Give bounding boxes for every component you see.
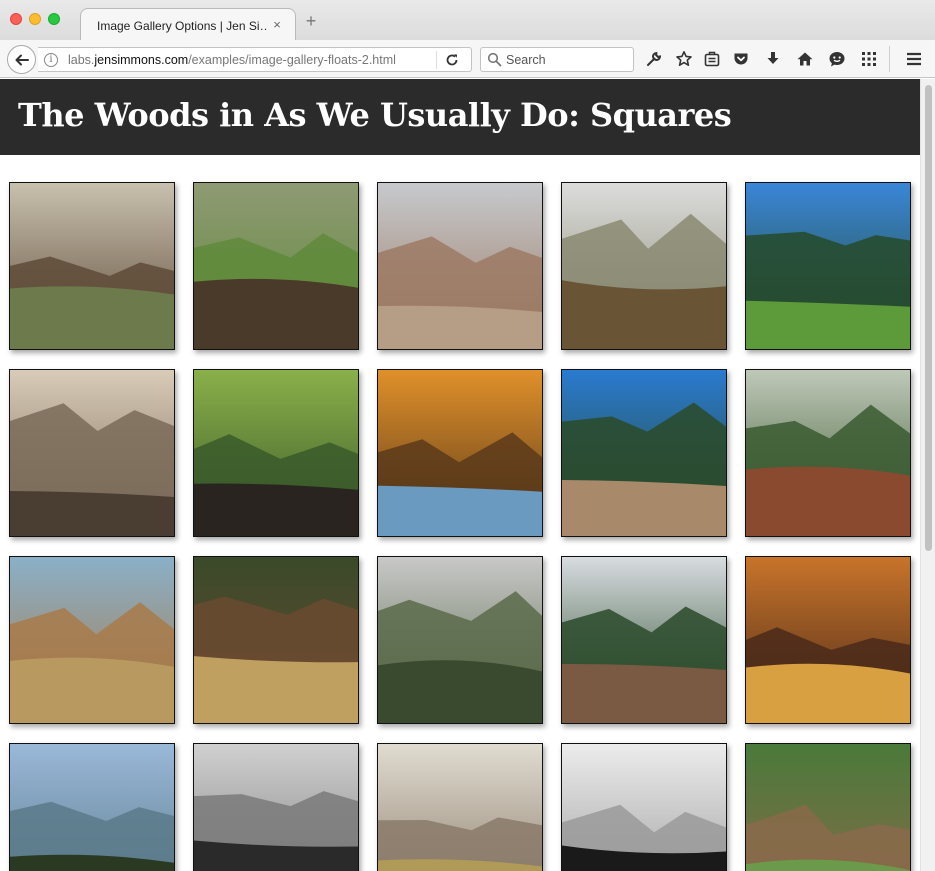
menu-icon[interactable] <box>905 50 923 68</box>
photo-forest-meadow-blue-sky <box>746 183 910 349</box>
window-minimize-button[interactable] <box>29 13 41 25</box>
tab-close-icon[interactable]: × <box>269 17 285 33</box>
gallery-image-trail-signpost-meadow[interactable] <box>193 182 359 350</box>
window-titlebar: Image Gallery Options | Jen Si… × + <box>0 0 935 41</box>
reload-icon[interactable] <box>444 52 460 68</box>
photo-wooden-trough-meadow <box>746 744 910 871</box>
search-box[interactable] <box>480 47 634 72</box>
photo-bw-hiker-lake-view <box>194 744 358 871</box>
back-button[interactable] <box>7 45 36 74</box>
gallery-image-wooden-trough-meadow[interactable] <box>745 743 911 871</box>
search-icon <box>487 52 502 67</box>
page-title: The Woods in As We Usually Do: Squares <box>18 96 732 134</box>
active-tab[interactable]: Image Gallery Options | Jen Si… × <box>80 8 296 41</box>
gallery-image-vintage-cabin-horse-cart[interactable] <box>9 369 175 537</box>
gallery-image-tree-trunk-mushrooms[interactable] <box>193 369 359 537</box>
gallery-image-lake-stone-ruins[interactable] <box>561 556 727 724</box>
url-bar[interactable]: i labs.jensimmons.com/examples/image-gal… <box>38 47 472 72</box>
gallery-image-hiker-on-hillside-trail[interactable] <box>561 182 727 350</box>
photo-log-cabin-in-pines <box>194 557 358 723</box>
home-icon[interactable] <box>796 50 814 68</box>
new-tab-button[interactable]: + <box>302 12 320 30</box>
gallery-image-bw-hiker-lake-view[interactable] <box>193 743 359 871</box>
tab-title: Image Gallery Options | Jen Si… <box>97 19 267 33</box>
photo-vintage-cabin-horse-cart <box>10 370 174 536</box>
search-input[interactable] <box>506 52 626 68</box>
gallery-image-forested-mountain-valley[interactable] <box>561 369 727 537</box>
window-maximize-button[interactable] <box>48 13 60 25</box>
photo-aspen-forest-path <box>746 370 910 536</box>
window-close-button[interactable] <box>10 13 22 25</box>
photo-lake-stone-ruins <box>562 557 726 723</box>
photo-hiker-on-hillside-trail <box>562 183 726 349</box>
toolbar-divider <box>889 46 890 72</box>
photo-foggy-mountain-slope <box>378 557 542 723</box>
gallery-image-weathered-wooden-cabin[interactable] <box>9 182 175 350</box>
site-info-icon[interactable]: i <box>44 53 58 67</box>
pocket-icon[interactable] <box>732 50 750 68</box>
photo-rocky-desert-mountains <box>378 183 542 349</box>
url-divider <box>436 51 437 69</box>
photo-autumn-woods-orange <box>746 557 910 723</box>
back-arrow-icon <box>15 54 29 65</box>
gallery-image-forest-meadow-blue-sky[interactable] <box>745 182 911 350</box>
gallery-image-rocky-desert-mountains[interactable] <box>377 182 543 350</box>
gallery-image-mountain-vista-pines[interactable] <box>9 743 175 871</box>
gallery-image-foggy-mountain-slope[interactable] <box>377 556 543 724</box>
download-icon[interactable] <box>764 50 782 68</box>
photo-autumn-forest-lake <box>378 370 542 536</box>
reading-list-icon[interactable] <box>703 50 721 68</box>
gallery-image-log-cabin-in-pines[interactable] <box>193 556 359 724</box>
photo-hiker-golden-grass-peaks <box>378 744 542 871</box>
url-text[interactable]: labs.jensimmons.com/examples/image-galle… <box>68 53 396 67</box>
page-header: The Woods in As We Usually Do: Squares <box>0 79 920 155</box>
gallery-image-autumn-woods-orange[interactable] <box>745 556 911 724</box>
photo-forested-mountain-valley <box>562 370 726 536</box>
photo-old-farmhouse-rusty-roof <box>10 557 174 723</box>
scrollbar-thumb[interactable] <box>925 85 932 551</box>
gallery-image-hiker-golden-grass-peaks[interactable] <box>377 743 543 871</box>
gallery-image-bw-vintage-group-photo[interactable] <box>561 743 727 871</box>
photo-bw-vintage-group-photo <box>562 744 726 871</box>
navigation-toolbar: i labs.jensimmons.com/examples/image-gal… <box>0 40 935 78</box>
photo-weathered-wooden-cabin <box>10 183 174 349</box>
chat-icon[interactable] <box>828 50 846 68</box>
wrench-icon[interactable] <box>645 50 663 68</box>
page-viewport: The Woods in As We Usually Do: Squares <box>0 79 920 871</box>
gallery-image-autumn-forest-lake[interactable] <box>377 369 543 537</box>
photo-mountain-vista-pines <box>10 744 174 871</box>
vertical-scrollbar[interactable] <box>920 79 935 871</box>
photo-trail-signpost-meadow <box>194 183 358 349</box>
bookmark-star-icon[interactable] <box>675 50 693 68</box>
gallery-image-aspen-forest-path[interactable] <box>745 369 911 537</box>
gallery-image-old-farmhouse-rusty-roof[interactable] <box>9 556 175 724</box>
grid-icon[interactable] <box>860 50 878 68</box>
photo-tree-trunk-mushrooms <box>194 370 358 536</box>
